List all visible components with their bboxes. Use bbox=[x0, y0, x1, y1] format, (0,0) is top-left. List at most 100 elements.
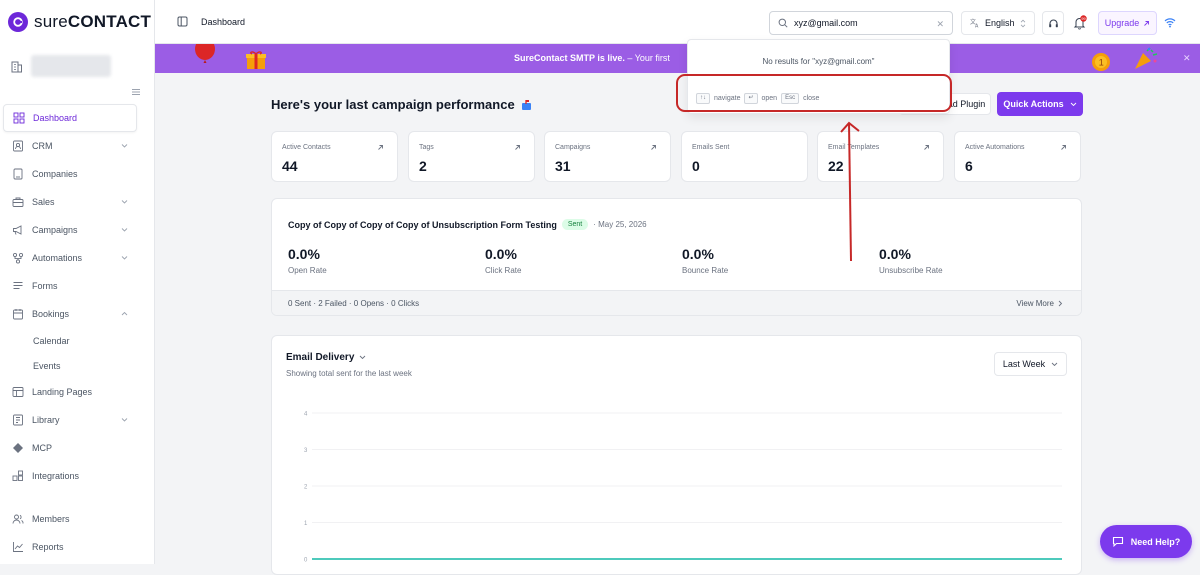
clear-search-icon[interactable]: ✕ bbox=[936, 19, 944, 30]
stat-card-email-templates[interactable]: Email Templates 22 bbox=[817, 131, 944, 182]
collapse-sidebar-icon[interactable] bbox=[131, 87, 141, 97]
page-title-text: Here's your last campaign performance bbox=[271, 97, 515, 112]
sidebar-item-members[interactable]: Members bbox=[3, 505, 137, 533]
metric-open-rate: 0.0% Open Rate bbox=[288, 246, 327, 275]
logo-text: sureCONTACT bbox=[34, 12, 152, 31]
sidebar-item-mcp[interactable]: MCP bbox=[3, 434, 137, 462]
sidebar-item-dashboard[interactable]: Dashboard bbox=[3, 104, 137, 132]
close-banner-icon[interactable]: ✕ bbox=[1183, 53, 1191, 64]
stat-card-tags[interactable]: Tags 2 bbox=[408, 131, 535, 182]
campaign-footer: 0 Sent · 2 Failed · 0 Opens · 0 Clicks V… bbox=[272, 290, 1081, 315]
chart-title[interactable]: Email Delivery bbox=[286, 352, 366, 363]
stat-card-active-automations[interactable]: Active Automations 6 bbox=[954, 131, 1081, 182]
sidebar-nav: Dashboard CRM Companies Sales Campaigns Autom… bbox=[3, 104, 137, 561]
chart-subtitle: Showing total sent for the last week bbox=[286, 369, 412, 378]
status-badge: Sent bbox=[561, 219, 589, 230]
sidebar-item-automations[interactable]: Automations bbox=[3, 244, 137, 272]
sidebar-item-forms[interactable]: Forms bbox=[3, 272, 137, 300]
language-selector[interactable]: 文A English bbox=[961, 11, 1035, 35]
metric-unsubscribe-rate: 0.0% Unsubscribe Rate bbox=[879, 246, 943, 275]
party-popper-icon bbox=[1133, 47, 1159, 71]
svg-text:99: 99 bbox=[1081, 17, 1085, 21]
sidebar-item-library[interactable]: Library bbox=[3, 406, 137, 434]
external-arrow-icon bbox=[514, 144, 521, 151]
integrations-icon bbox=[12, 470, 24, 482]
sidebar-subitem-calendar[interactable]: Calendar bbox=[3, 328, 137, 353]
svg-text:1: 1 bbox=[1099, 58, 1104, 68]
upgrade-button[interactable]: Upgrade bbox=[1098, 11, 1157, 35]
sidebar-item-label: Automations bbox=[32, 253, 83, 263]
stat-label: Tags bbox=[419, 144, 434, 151]
highlight-box-annotation bbox=[676, 74, 952, 112]
notifications-button[interactable]: 99 bbox=[1069, 11, 1091, 35]
headset-icon bbox=[1048, 18, 1059, 29]
sidebar-item-label: CRM bbox=[32, 141, 53, 151]
campaign-header: Copy of Copy of Copy of Copy of Unsubscr… bbox=[288, 219, 647, 230]
last-campaign-card: Copy of Copy of Copy of Copy of Unsubscr… bbox=[271, 198, 1082, 316]
chat-icon bbox=[1112, 536, 1124, 547]
sidebar-subitem-label: Events bbox=[33, 360, 61, 371]
stat-card-emails-sent: Emails Sent 0 bbox=[681, 131, 808, 182]
updown-chevron-icon bbox=[1020, 19, 1026, 28]
need-help-button[interactable]: Need Help? bbox=[1100, 525, 1192, 558]
gift-icon bbox=[245, 50, 267, 70]
sidebar-item-label: MCP bbox=[32, 443, 52, 453]
sidebar-item-companies[interactable]: Companies bbox=[3, 160, 137, 188]
campaign-summary: 0 Sent · 2 Failed · 0 Opens · 0 Clicks bbox=[288, 299, 420, 308]
chevron-up-icon bbox=[121, 311, 128, 316]
sidebar-item-integrations[interactable]: Integrations bbox=[3, 462, 137, 490]
sidebar-item-crm[interactable]: CRM bbox=[3, 132, 137, 160]
global-search[interactable]: ✕ bbox=[769, 11, 953, 35]
stat-label: Campaigns bbox=[555, 144, 591, 151]
campaign-name[interactable]: Copy of Copy of Copy of Copy of Unsubscr… bbox=[288, 220, 557, 230]
breadcrumb-current: Dashboard bbox=[201, 16, 246, 27]
support-button[interactable] bbox=[1042, 11, 1064, 35]
dashboard-icon bbox=[13, 112, 25, 124]
calendar-icon bbox=[12, 308, 24, 320]
building-icon bbox=[10, 60, 23, 73]
chevron-down-icon bbox=[121, 417, 128, 422]
y-tick-label: 3 bbox=[304, 448, 308, 454]
bell-icon: 99 bbox=[1073, 15, 1087, 31]
chevron-down-icon bbox=[121, 199, 128, 204]
email-delivery-card: Email Delivery Showing total sent for th… bbox=[271, 335, 1082, 575]
sidebar-item-label: Dashboard bbox=[33, 113, 78, 123]
sidebar-item-sales[interactable]: Sales bbox=[3, 188, 137, 216]
topbar: Dashboard ✕ 文A English 99 Upgrade bbox=[155, 0, 1200, 44]
reports-icon bbox=[12, 541, 24, 553]
view-more-label: View More bbox=[1016, 299, 1054, 308]
stat-card-campaigns[interactable]: Campaigns 31 bbox=[544, 131, 671, 182]
metric-label: Click Rate bbox=[485, 266, 522, 275]
sidebar-item-label: Members bbox=[32, 514, 70, 524]
sidebar-toggle-icon[interactable] bbox=[177, 16, 188, 27]
sidebar-item-bookings[interactable]: Bookings bbox=[3, 300, 137, 328]
megaphone-icon bbox=[12, 224, 24, 236]
quick-actions-button[interactable]: Quick Actions bbox=[997, 92, 1083, 116]
wifi-icon[interactable] bbox=[1164, 17, 1176, 28]
sidebar-item-reports[interactable]: Reports bbox=[3, 533, 137, 561]
stat-label: Active Automations bbox=[965, 144, 1025, 151]
view-more-link[interactable]: View More bbox=[1016, 299, 1063, 308]
metric-value: 0.0% bbox=[879, 246, 911, 262]
sidebar-item-landing-pages[interactable]: Landing Pages bbox=[3, 378, 137, 406]
red-arrow-annotation bbox=[840, 121, 860, 262]
sidebar-item-campaigns[interactable]: Campaigns bbox=[3, 216, 137, 244]
email-delivery-chart: 4 3 2 1 0 bbox=[304, 412, 1062, 564]
stat-value: 31 bbox=[555, 158, 571, 174]
members-icon bbox=[12, 513, 24, 525]
logo[interactable]: sureCONTACT bbox=[8, 12, 151, 32]
stat-card-active-contacts[interactable]: Active Contacts 44 bbox=[271, 131, 398, 182]
search-input[interactable] bbox=[794, 18, 934, 28]
metric-value: 0.0% bbox=[288, 246, 320, 262]
building-icon bbox=[12, 168, 24, 180]
y-tick-label: 1 bbox=[304, 521, 308, 527]
translate-icon: 文A bbox=[970, 18, 980, 28]
stat-value: 6 bbox=[965, 158, 973, 174]
workspace-switcher[interactable] bbox=[10, 55, 111, 77]
campaign-date: · May 25, 2026 bbox=[593, 220, 647, 229]
mcp-icon bbox=[12, 442, 24, 454]
sidebar-item-label: Companies bbox=[32, 169, 78, 179]
sidebar-subitem-events[interactable]: Events bbox=[3, 353, 137, 378]
stat-label: Active Contacts bbox=[282, 144, 331, 151]
date-range-select[interactable]: Last Week bbox=[994, 352, 1067, 376]
